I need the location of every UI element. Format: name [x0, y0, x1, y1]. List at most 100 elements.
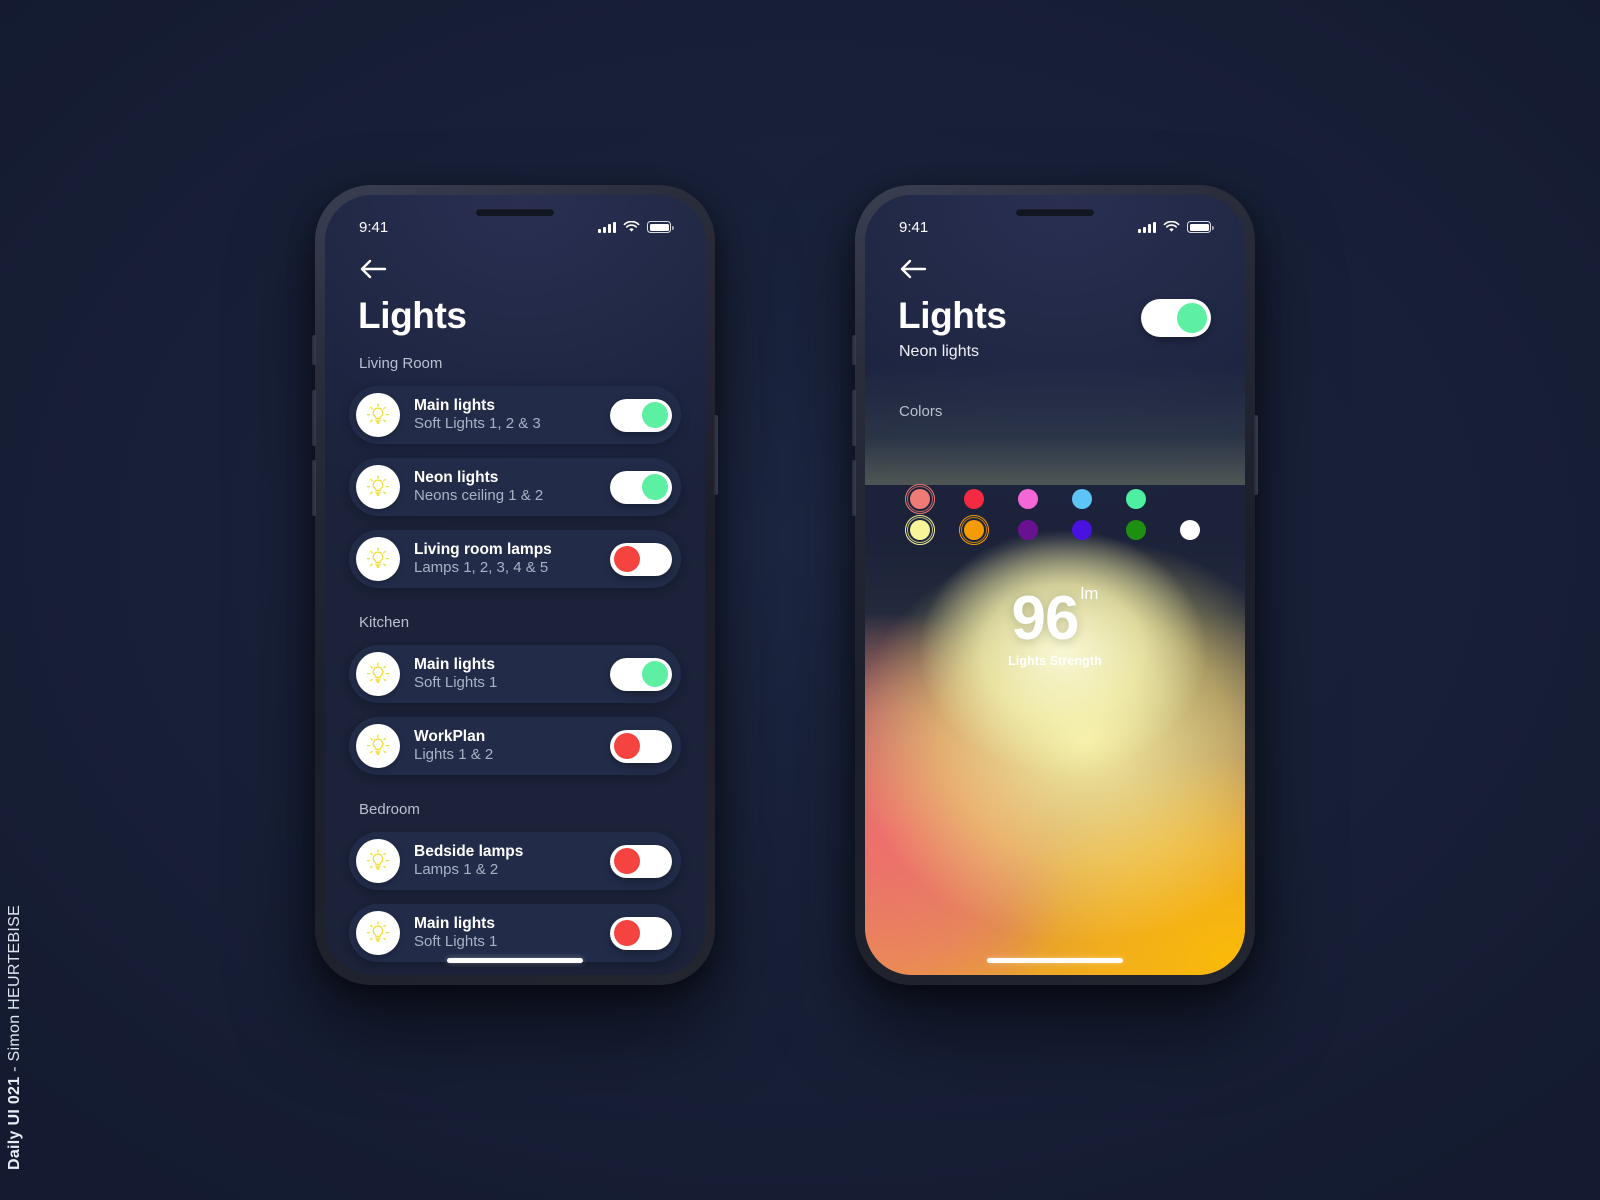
light-toggle[interactable]: [610, 542, 672, 576]
list-item[interactable]: Main lights Soft Lights 1: [349, 904, 681, 962]
earpiece-speaker: [476, 209, 554, 216]
colors-section-label: Colors: [899, 403, 943, 420]
toggle-knob: [614, 920, 640, 946]
swatch-cell: [1055, 488, 1109, 509]
color-swatch-green[interactable]: [1126, 519, 1146, 540]
light-toggle[interactable]: [610, 398, 672, 432]
color-swatch-salmon[interactable]: [905, 483, 935, 514]
light-toggle[interactable]: [610, 844, 672, 878]
light-toggle[interactable]: [610, 729, 672, 763]
back-arrow-icon[interactable]: [899, 257, 927, 281]
master-light-toggle[interactable]: [1141, 299, 1211, 337]
swatch-cell: [1001, 488, 1055, 509]
status-indicators: [598, 221, 674, 233]
list-item[interactable]: Main lights Soft Lights 1: [349, 645, 681, 703]
light-toggle[interactable]: [610, 657, 672, 691]
credit-title: Daily UI 021: [6, 1076, 23, 1170]
power-button[interactable]: [714, 415, 718, 495]
toggle-knob: [642, 402, 668, 428]
power-button[interactable]: [1254, 415, 1258, 495]
list-item-text: Main lights Soft Lights 1: [414, 656, 610, 693]
battery-icon: [647, 221, 674, 233]
color-swatch-row-2: [865, 514, 1245, 545]
lightbulb-icon: [356, 839, 400, 883]
list-item[interactable]: Main lights Soft Lights 1, 2 & 3: [349, 386, 681, 444]
color-swatch-row-1: [865, 483, 1245, 514]
status-bar: 9:41: [865, 195, 1245, 245]
status-bar: 9:41: [325, 195, 705, 245]
volume-up-button[interactable]: [312, 390, 316, 446]
lightbulb-icon: [356, 911, 400, 955]
volume-down-button[interactable]: [312, 460, 316, 516]
list-item[interactable]: Living room lamps Lamps 1, 2, 3, 4 & 5: [349, 530, 681, 588]
color-swatch-pale-yellow[interactable]: [905, 514, 935, 545]
color-swatch-orange[interactable]: [959, 514, 989, 545]
mute-switch[interactable]: [312, 335, 316, 365]
status-time: 9:41: [359, 218, 389, 236]
mute-switch[interactable]: [852, 335, 856, 365]
list-item-title: Main lights: [414, 914, 495, 932]
swatch-cell: [1109, 519, 1163, 540]
page-subtitle: Neon lights: [899, 343, 980, 360]
swatch-cell: [1001, 519, 1055, 540]
lights-strength-readout: 96 lm Lights Strength: [865, 584, 1245, 668]
lights-list[interactable]: Living Room Main lights Soft Lights 1, 2…: [325, 355, 705, 975]
swatch-cell: [893, 514, 947, 545]
list-item-subtitle: Neons ceiling 1 & 2: [414, 487, 544, 505]
status-indicators: [1138, 221, 1214, 233]
swatch-cell: [893, 483, 947, 514]
list-item[interactable]: Neon lights Neons ceiling 1 & 2: [349, 458, 681, 516]
section-label-bedroom: Bedroom: [359, 801, 420, 818]
list-item-subtitle: Soft Lights 1: [414, 933, 498, 951]
lightbulb-icon: [356, 652, 400, 696]
list-item-text: Bedside lamps Lamps 1 & 2: [414, 843, 610, 880]
list-item-text: Main lights Soft Lights 1, 2 & 3: [414, 397, 610, 434]
swatch-cell: [947, 488, 1001, 509]
list-item-text: WorkPlan Lights 1 & 2: [414, 728, 610, 765]
toggle-knob: [614, 733, 640, 759]
list-item-text: Living room lamps Lamps 1, 2, 3, 4 & 5: [414, 541, 610, 578]
list-item-text: Neon lights Neons ceiling 1 & 2: [414, 469, 610, 506]
volume-down-button[interactable]: [852, 460, 856, 516]
color-swatch-red[interactable]: [964, 488, 984, 509]
strength-unit: lm: [1080, 584, 1099, 603]
toggle-knob: [642, 661, 668, 687]
list-item-title: Living room lamps: [414, 540, 552, 558]
list-item-subtitle: Soft Lights 1: [414, 674, 498, 692]
list-item-subtitle: Lamps 1, 2, 3, 4 & 5: [414, 559, 549, 577]
color-swatch-white[interactable]: [1180, 519, 1200, 540]
toggle-knob: [642, 474, 668, 500]
list-screen-content: Lights Living Room Main lights Soft Ligh…: [325, 195, 705, 975]
toggle-knob: [614, 546, 640, 572]
color-swatch-mint-green[interactable]: [1126, 488, 1146, 509]
toggle-knob: [1177, 303, 1207, 333]
phone-mockup-light-detail: 9:41 Lights Neon lights Colors 96 lm Lig…: [852, 185, 1258, 985]
list-item[interactable]: Bedside lamps Lamps 1 & 2: [349, 832, 681, 890]
wifi-icon: [623, 221, 640, 232]
color-swatch-blue-violet[interactable]: [1072, 519, 1092, 540]
credit-author: - Simon HEURTEBISE: [6, 904, 23, 1077]
volume-up-button[interactable]: [852, 390, 856, 446]
back-arrow-icon[interactable]: [359, 257, 387, 281]
color-swatch-pink[interactable]: [1018, 488, 1038, 509]
home-indicator[interactable]: [447, 958, 583, 963]
color-swatch-sky-blue[interactable]: [1072, 488, 1092, 509]
home-indicator[interactable]: [987, 958, 1123, 963]
list-item[interactable]: WorkPlan Lights 1 & 2: [349, 717, 681, 775]
list-item-text: Main lights Soft Lights 1: [414, 915, 610, 952]
light-toggle[interactable]: [610, 916, 672, 950]
lightbulb-icon: [356, 537, 400, 581]
phone-mockup-lights-list: 9:41 Lights Living Room Main lights Soft…: [312, 185, 718, 985]
lightbulb-icon: [356, 465, 400, 509]
list-item-title: Main lights: [414, 655, 495, 673]
color-swatch-picker[interactable]: [865, 483, 1245, 545]
list-item-title: Neon lights: [414, 468, 499, 486]
light-group-bedroom: Bedroom Bedside lamps Lamps 1 & 2 Main l…: [325, 801, 705, 962]
color-swatch-purple[interactable]: [1018, 519, 1038, 540]
phone-screen-list: 9:41 Lights Living Room Main lights Soft…: [325, 195, 705, 975]
cellular-signal-icon: [598, 221, 616, 233]
strength-caption: Lights Strength: [1008, 653, 1102, 668]
page-title: Lights: [358, 295, 467, 336]
toggle-knob: [614, 848, 640, 874]
light-toggle[interactable]: [610, 470, 672, 504]
